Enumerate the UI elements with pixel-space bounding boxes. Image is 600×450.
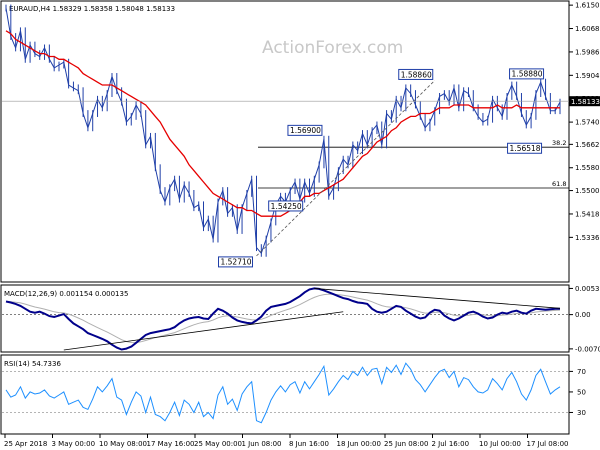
rsi-line [5,362,561,424]
price-panel-title: EURAUD,H4 1.58329 1.58358 1.58048 1.5813… [9,5,175,13]
price-y-tick-label: 1.55000 [575,187,600,195]
rsi-y-tick-label: 70 [577,368,586,376]
x-tick-label: 25 Jun 08:00 [384,440,428,448]
price-axis: 1.615001.606801.598601.590401.582201.574… [569,2,600,242]
price-y-tick-label: 1.59040 [575,72,600,80]
price-callout-label: 1.54250 [271,202,302,211]
fib-level-label: 38.2 [552,139,566,147]
x-tick-label: 10 Jul 00:00 [479,440,521,448]
macd-y-tick-label: 0.005398 [575,285,600,293]
price-y-tick-label: 1.55800 [575,164,600,172]
macd-panel-title: MACD(12,26,9) 0.001154 0.000135 [4,290,128,298]
x-tick-label: 25 May 00:00 [194,440,242,448]
price-callout-label: 1.56900 [290,126,321,135]
rsi-panel-title: RSI(14) 54.7336 [4,360,61,368]
price-y-tick-label: 1.57400 [575,119,600,127]
price-y-tick-label: 1.60680 [575,25,600,33]
price-callouts: 1.58860 1.58880 1.56900 1.56518 1.54250 1.527… [218,68,545,268]
rsi-panel-frame [0,354,570,435]
price-trendline [256,80,436,257]
time-axis: 25 Apr 2018 3 May 00:00 10 May 08:00 17 May… [4,434,568,448]
rsi-axis: 70 50 30 [2,368,586,417]
price-callout-label: 1.58860 [401,70,432,79]
last-price-label: 1.58133 [571,98,600,106]
macd-trendline [314,288,561,309]
price-y-tick-label: 1.59860 [575,48,600,56]
price-y-tick-label: 1.54180 [575,210,600,218]
rsi-series [5,362,561,424]
chart-root: ActionForex.com EURAUD,H4 1.58329 1.5835… [0,0,600,450]
x-tick-label: 8 Jun 16:00 [289,440,329,448]
x-tick-label: 25 Apr 2018 [4,440,47,448]
rsi-y-tick-label: 30 [577,409,586,417]
x-tick-label: 17 May 16:00 [147,440,195,448]
price-trendlines [256,80,436,257]
x-tick-label: 3 May 00:00 [52,440,96,448]
price-y-tick-label: 1.61500 [575,2,600,10]
x-tick-label: 17 Jul 08:00 [527,440,569,448]
macd-y-tick-label: 0.00 [575,311,591,319]
x-tick-label: 10 May 08:00 [99,440,147,448]
fib-level-label: 61.8 [552,180,566,188]
price-callout-label: 1.56518 [510,144,541,153]
x-tick-label: 1 Jun 08:00 [242,440,282,448]
chart-canvas: ActionForex.com EURAUD,H4 1.58329 1.5835… [0,0,600,448]
price-callout-label: 1.52710 [221,258,252,267]
price-y-tick-label: 1.53360 [575,234,600,242]
watermark: ActionForex.com [262,38,403,58]
last-price-marker: 1.58133 [2,96,600,107]
x-tick-label: 2 Jul 16:00 [432,440,470,448]
price-y-tick-label: 1.56620 [575,141,600,149]
macd-y-tick-label: -0.007064 [575,345,600,353]
price-callout-label: 1.58880 [512,70,543,79]
x-tick-label: 18 Jun 00:00 [337,440,381,448]
rsi-y-tick-label: 50 [577,388,586,396]
